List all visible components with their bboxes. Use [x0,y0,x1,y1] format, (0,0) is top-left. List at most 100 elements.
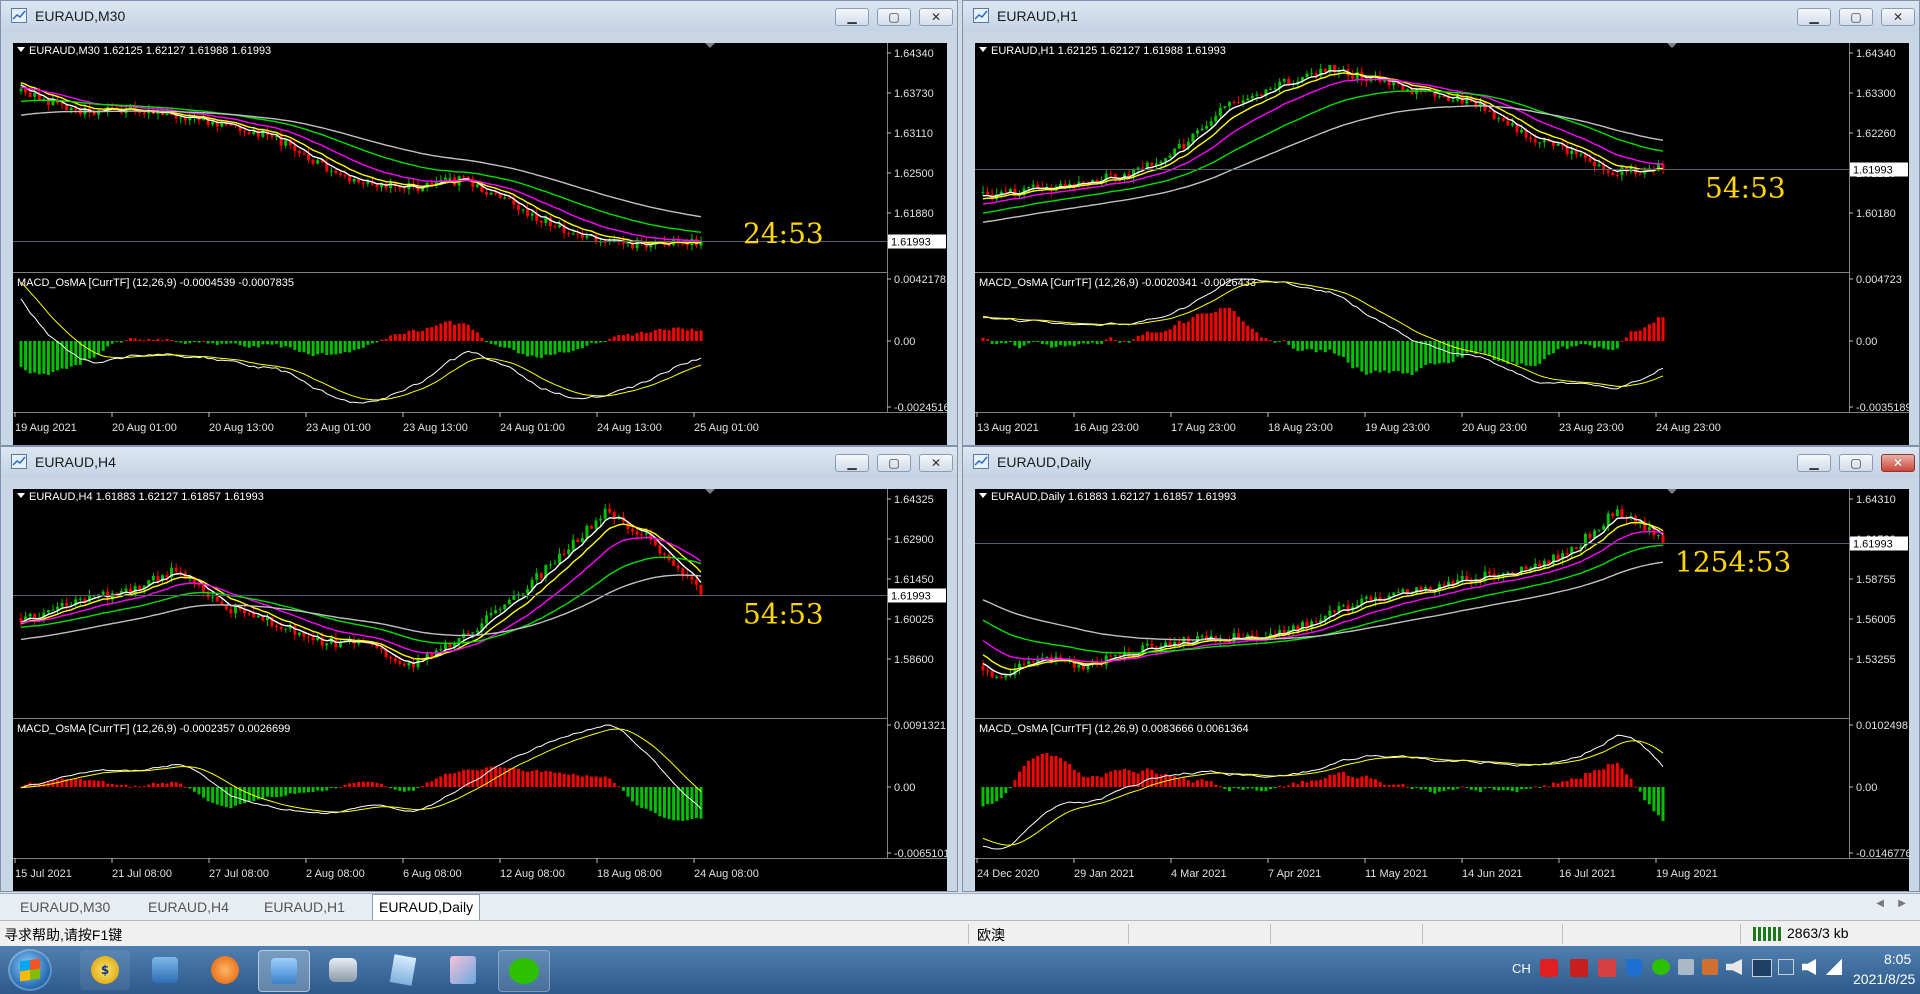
candle-body [1556,143,1560,146]
minimize-button[interactable]: ▁ [835,8,869,26]
window-title-bar[interactable]: EURAUD,H4 ▁ ▢ ✕ [1,447,957,477]
window-title-bar[interactable]: EURAUD,H1 ▁ ▢ ✕ [963,1,1919,31]
macd-histogram-bar [37,341,41,375]
candle-body [494,192,498,194]
macd-histogram-bar [548,341,552,356]
macd-histogram-bar [1611,341,1615,351]
candle-countdown-timer: 24:53 [743,217,824,250]
chart-menu-icon [17,47,25,52]
tray-wechat-icon[interactable] [1652,959,1670,975]
minimize-button[interactable]: ▁ [1797,8,1831,26]
tab-euraud-h1[interactable]: EURAUD,H1 [258,897,351,918]
macd-histogram-bar [562,341,566,353]
chart-canvas[interactable]: 1.643101.615801.587551.560051.532551.619… [975,489,1909,891]
price-tick-label: 1.64310 [1856,494,1896,506]
candle-body [174,567,178,572]
maximize-button[interactable]: ▢ [877,454,911,472]
taskbar-metatrader-icon[interactable] [258,950,310,992]
chart-canvas[interactable]: 1.64340 1.63730 1.63110 1.62500 1.61880 1.619… [13,43,947,445]
macd-histogram-bar [681,328,685,341]
time-tick-label: 24 Aug 08:00 [694,868,759,880]
macd-histogram-bar [1647,324,1651,341]
macd-histogram-bar [1022,341,1026,346]
macd-info-text: MACD_OsMA [CurrTF] (12,26,9) -0.0002357 … [17,723,290,735]
tray-tool-icon[interactable] [1678,959,1694,975]
start-button[interactable] [8,949,52,991]
tray-clock-time[interactable]: 8:05 [1884,951,1911,967]
chart-canvas[interactable]: 1.64325 1.62900 1.61450 1.60025 1.58600 1.619… [13,489,947,891]
macd-histogram-bar [662,787,666,818]
tray-network-icon[interactable] [1778,959,1794,975]
candle-body [690,576,694,580]
macd-histogram-bar [589,776,593,787]
candle-body [1529,137,1533,140]
macd-histogram [19,320,703,375]
macd-histogram-bar [1218,786,1222,788]
macd-info-text: MACD_OsMA [CurrTF] (12,26,9) -0.0004539 … [17,277,294,289]
maximize-button[interactable]: ▢ [877,8,911,26]
macd-histogram-bar [1506,341,1510,364]
tray-clock-date[interactable]: 2021/8/25 [1853,971,1915,987]
macd-histogram-bar [220,341,224,344]
candle-body [1369,596,1373,601]
chart-window-h4[interactable]: EURAUD,H4 ▁ ▢ ✕ 1.64325 1.62900 1.61450 1.60025… [0,446,958,892]
maximize-button[interactable]: ▢ [1839,8,1873,26]
tray-sound-icon[interactable] [1726,959,1742,975]
tab-scroll-left-icon[interactable]: ◀ [1876,898,1884,909]
candle-body [325,643,329,646]
macd-histogram-bar [1269,340,1273,342]
macd-signal-line [982,281,1664,387]
minimize-button[interactable]: ▁ [835,454,869,472]
close-button[interactable]: ✕ [1881,8,1915,26]
chart-window-m30[interactable]: EURAUD,M30 ▁ ▢ ✕ 1.64340 1.63730 1.63110 1.6250… [0,0,958,446]
tray-shield-icon[interactable] [1626,959,1642,977]
candle-body [1593,161,1597,167]
macd-histogram-bar [1027,341,1031,344]
tray-wps-icon[interactable] [1570,959,1588,977]
macd-histogram-bar [1574,341,1578,347]
macd-histogram-bar [416,331,420,341]
macd-histogram-bar [558,341,562,352]
macd-histogram-bar [585,341,589,346]
macd-histogram-bar [421,330,425,341]
taskbar-notepad-app-icon[interactable] [378,950,428,990]
chart-window-daily[interactable]: EURAUD,Daily▁▢✕1.643101.615801.587551.56… [962,446,1920,892]
macd-histogram-bar [215,341,219,346]
taskbar-camera-app-icon[interactable] [318,950,368,990]
window-title-bar[interactable]: EURAUD,Daily ▁ ▢ ✕ [963,447,1919,477]
maximize-button[interactable]: ▢ [1839,454,1873,472]
tray-pen-icon[interactable] [1702,959,1718,975]
window-title-bar[interactable]: EURAUD,M30 ▁ ▢ ✕ [1,1,957,31]
macd-histogram-bar [599,341,603,343]
minimize-button[interactable]: ▁ [1797,454,1831,472]
macd-histogram-bar [1506,787,1510,791]
taskbar-paint-app-icon[interactable] [438,950,488,990]
tab-scroll-right-icon[interactable]: ▶ [1898,898,1906,909]
close-button[interactable]: ✕ [1881,454,1915,472]
tray-volume-icon[interactable] [1802,959,1816,975]
tray-signal-icon[interactable] [1826,959,1842,975]
tab-euraud-daily[interactable]: EURAUD,Daily [372,894,481,920]
tab-euraud-m30[interactable]: EURAUD,M30 [14,897,116,918]
chart-window-h1[interactable]: EURAUD,H1▁▢✕1.643401.633001.622601.61220… [962,0,1920,446]
candle-body [494,610,498,614]
tray-app-icon[interactable] [1598,959,1616,977]
close-button[interactable]: ✕ [919,454,953,472]
tab-euraud-h4[interactable]: EURAUD,H4 [142,897,235,918]
taskbar-wechat-icon[interactable] [498,950,550,992]
macd-histogram-bar [1447,787,1451,790]
candle-body [1442,95,1446,98]
close-button[interactable]: ✕ [919,8,953,26]
tray-language-indicator[interactable]: CH [1512,961,1531,976]
candle-body [599,518,603,521]
chart-canvas[interactable]: 1.643401.633001.622601.612201.601801.619… [975,43,1909,445]
price-tick-label: 1.58600 [894,654,934,666]
taskbar-contacts-app-icon[interactable] [140,950,190,990]
tray-input-method-icon[interactable] [1540,959,1558,977]
macd-histogram-bar [1342,341,1346,358]
tray-monitor-icon[interactable] [1752,959,1772,977]
taskbar-sync-app-icon[interactable] [200,950,250,990]
taskbar-finance-app-icon[interactable]: $ [80,950,130,990]
macd-histogram-bar [192,787,196,792]
macd-histogram-bar [284,341,288,347]
